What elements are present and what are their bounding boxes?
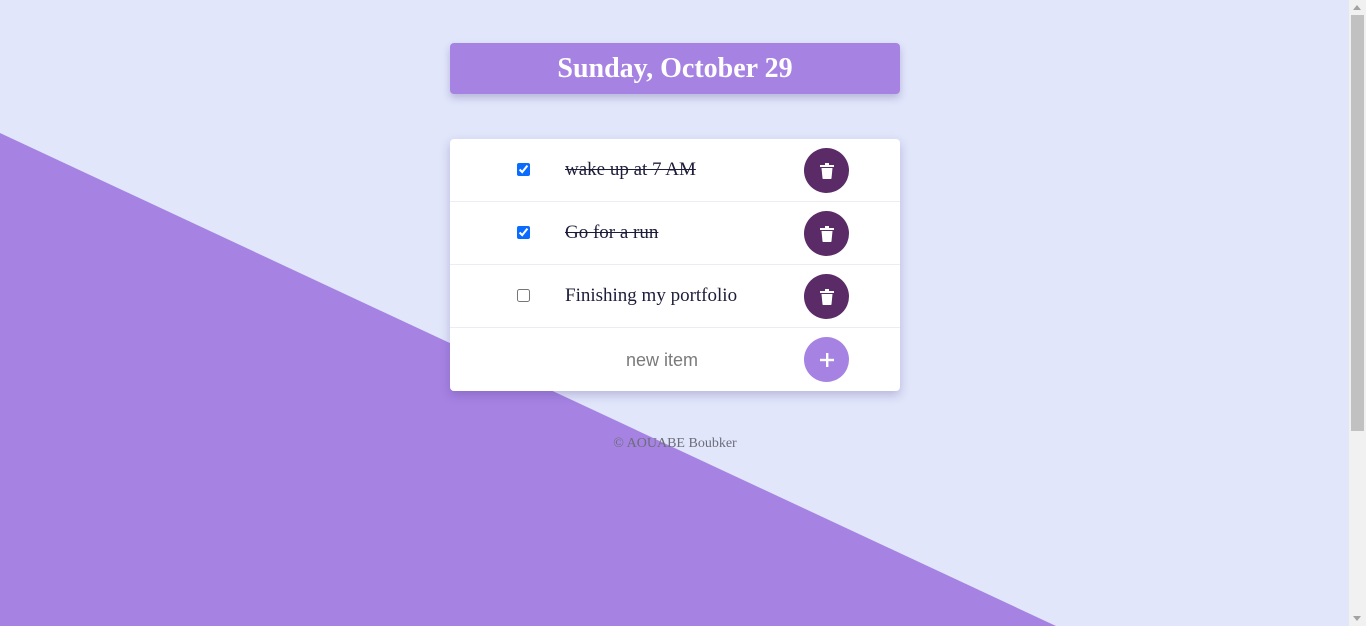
new-item-input[interactable] [590,346,734,374]
todo-checkbox[interactable] [517,163,530,176]
todo-list-card: wake up at 7 AM Go for a run Finishing m… [450,139,900,391]
scroll-up-arrow-icon[interactable] [1353,5,1361,10]
scroll-down-arrow-icon[interactable] [1353,616,1361,621]
add-item-button[interactable] [804,337,849,382]
todo-item-text: Finishing my portfolio [565,285,738,306]
trash-icon [819,162,834,179]
scrollbar-thumb[interactable] [1351,15,1364,431]
trash-icon [819,288,834,305]
delete-button[interactable] [804,211,849,256]
page-scrollbar[interactable] [1349,0,1366,626]
footer-copyright: © AOUABE Boubker [613,436,737,451]
delete-button[interactable] [804,148,849,193]
date-title: Sunday, October 29 [557,52,793,84]
trash-icon [819,225,834,242]
todo-checkbox[interactable] [517,226,530,239]
todo-item-text: Go for a run [565,222,659,243]
todo-item: Go for a run [450,202,900,265]
todo-item: Finishing my portfolio [450,265,900,328]
todo-item: wake up at 7 AM [450,139,900,202]
todo-checkbox[interactable] [517,289,530,302]
plus-icon [819,352,834,367]
todo-item-text: wake up at 7 AM [565,159,696,180]
new-item-row [450,328,900,391]
delete-button[interactable] [804,274,849,319]
date-header: Sunday, October 29 [450,43,900,94]
